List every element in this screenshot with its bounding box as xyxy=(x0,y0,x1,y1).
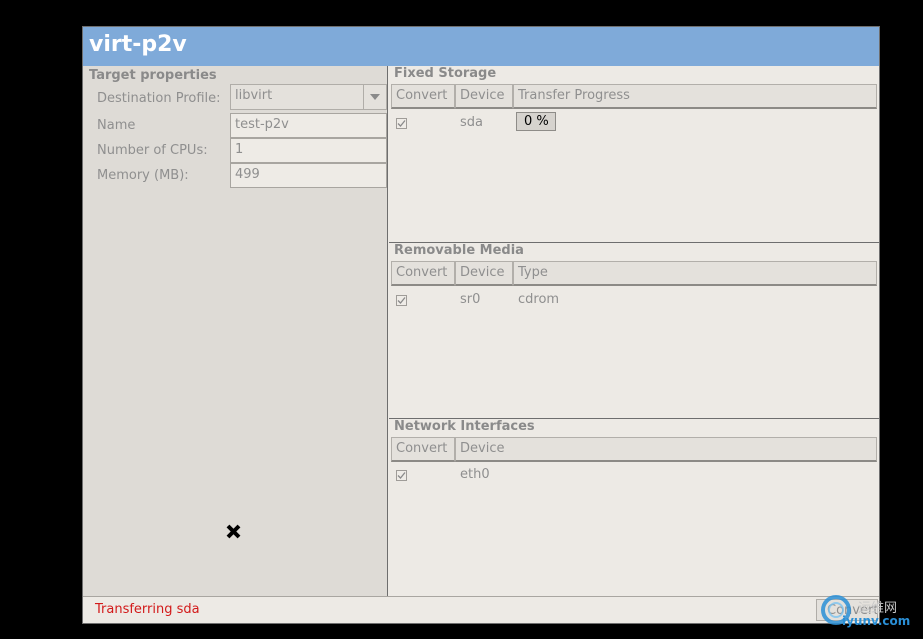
device-cell: eth0 xyxy=(460,467,490,482)
type-cell: cdrom xyxy=(518,292,560,307)
fixed-storage-frame: Fixed Storage Convert Device Transfer Pr… xyxy=(389,66,879,243)
watermark-site: iyunv.com xyxy=(842,614,911,628)
destination-profile-combo[interactable]: libvirt xyxy=(230,84,387,110)
destination-profile-value: libvirt xyxy=(235,88,273,103)
x-cursor-icon xyxy=(226,524,241,539)
device-cell: sda xyxy=(460,115,483,130)
checkmark-icon xyxy=(397,472,406,479)
column-header-device[interactable]: Device xyxy=(455,261,513,286)
name-field[interactable]: test-p2v xyxy=(230,113,387,138)
column-header-type[interactable]: Type xyxy=(513,261,877,286)
cpus-field[interactable]: 1 xyxy=(230,138,387,163)
convert-checkbox[interactable] xyxy=(396,295,407,306)
checkmark-icon xyxy=(397,120,406,127)
title-bar: virt-p2v xyxy=(83,27,879,66)
convert-checkbox[interactable] xyxy=(396,118,407,129)
column-header-device[interactable]: Device xyxy=(455,84,513,109)
destination-profile-label: Destination Profile: xyxy=(97,91,221,106)
memory-label: Memory (MB): xyxy=(97,168,189,183)
window-title: virt-p2v xyxy=(89,32,187,57)
memory-field[interactable]: 499 xyxy=(230,163,387,188)
name-label: Name xyxy=(97,118,136,133)
column-header-convert[interactable]: Convert xyxy=(391,84,455,109)
network-interfaces-label: Network Interfaces xyxy=(394,419,535,434)
cpus-label: Number of CPUs: xyxy=(97,143,208,158)
target-properties-label: Target properties xyxy=(89,68,217,83)
column-header-device[interactable]: Device xyxy=(455,437,877,462)
status-text: Transferring sda xyxy=(95,602,200,617)
removable-media-frame: Removable Media Convert Device Type sr0 … xyxy=(389,243,879,419)
column-header-transfer-progress[interactable]: Transfer Progress xyxy=(513,84,877,109)
column-header-convert[interactable]: Convert xyxy=(391,261,455,286)
convert-checkbox[interactable] xyxy=(396,470,407,481)
status-bar: Transferring sda Convert xyxy=(83,596,879,623)
target-properties-panel: Target properties Destination Profile: l… xyxy=(83,66,388,596)
network-interfaces-frame: Network Interfaces Convert Device eth0 xyxy=(389,419,879,596)
device-cell: sr0 xyxy=(460,292,481,307)
column-header-convert[interactable]: Convert xyxy=(391,437,455,462)
transfer-progress-bar: 0 % xyxy=(516,112,556,131)
main-window: virt-p2v Target properties Destination P… xyxy=(82,26,880,624)
chevron-down-icon[interactable] xyxy=(363,85,386,109)
fixed-storage-label: Fixed Storage xyxy=(394,66,497,81)
removable-media-label: Removable Media xyxy=(394,243,524,258)
checkmark-icon xyxy=(397,297,406,304)
